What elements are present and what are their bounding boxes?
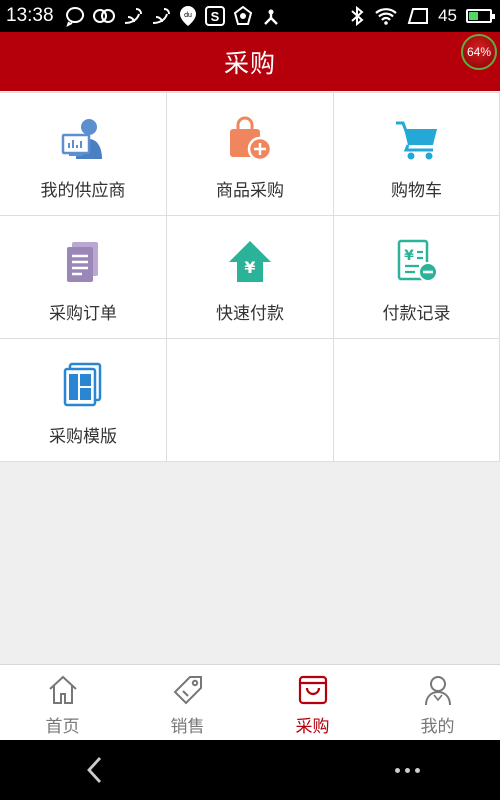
back-icon[interactable] [80,755,110,785]
grid-item-label: 采购订单 [49,304,117,324]
purchase-function-grid: 我的供应商 商品采购 购物车 采购订单 ¥ 快速付款 ¥ 付款记录 采购模版 [0,92,500,462]
grid-item-label: 付款记录 [382,304,451,324]
title-bar: 采购 [0,32,500,91]
infinity-icon [92,9,115,23]
notification-icons: du S [64,4,282,28]
battery-icon [466,9,495,23]
battery-fill [469,12,478,20]
tab-mine[interactable]: 我的 [375,665,500,740]
chat-bubble-icon [65,7,84,27]
grid-item-label: 我的供应商 [40,181,126,201]
svg-text:¥: ¥ [404,248,414,264]
grid-item-label: 采购模版 [49,427,117,447]
grid-item-purchase-orders[interactable]: 采购订单 [0,216,167,339]
grid-item-payment-records[interactable]: ¥ 付款记录 [334,216,500,339]
signal-icon [407,8,429,24]
grid-item-cart[interactable]: 购物车 [334,93,500,216]
svg-text:¥: ¥ [244,258,255,277]
more-icon[interactable] [395,767,420,773]
bottom-tab-bar: 首页 销售 采购 我的 [0,664,500,740]
document-icon [59,238,107,286]
battery-percent: 45 [438,6,457,25]
grid-item-label: 商品采购 [216,181,284,201]
cart-icon [393,115,441,163]
grid-item-label: 快速付款 [216,304,284,324]
shopping-bag-add-icon [226,115,274,163]
floating-memory-badge[interactable]: 64% [461,34,497,70]
tab-home[interactable]: 首页 [0,665,125,740]
system-nav-bar [0,740,500,800]
svg-text:du: du [184,12,192,19]
yen-house-icon: ¥ [226,238,274,286]
grid-item-suppliers[interactable]: 我的供应商 [0,93,167,216]
tag-icon [171,673,205,707]
grid-empty-cell [334,339,500,462]
page-title: 采购 [223,48,276,78]
svg-text:S: S [210,9,219,24]
grid-item-label: 购物车 [391,181,442,201]
uc-browser-icon [124,8,142,24]
template-icon [59,361,107,409]
wifi-icon [375,8,397,25]
tab-label: 首页 [45,717,80,737]
status-bar: 13:38 du S 45 [0,0,500,32]
uc-browser-icon [152,8,170,24]
status-time: 13:38 [6,5,54,26]
grid-empty-cell [167,339,334,462]
share-app-icon [263,9,278,25]
s-app-icon: S [204,6,225,26]
tab-label: 销售 [170,717,205,737]
baidu-location-icon: du [179,6,196,26]
grid-item-product-purchase[interactable]: 商品采购 [167,93,334,216]
purchase-icon [296,673,330,707]
grid-item-purchase-templates[interactable]: 采购模版 [0,339,167,462]
user-icon [421,673,455,707]
payment-record-icon: ¥ [393,238,441,286]
tab-sales[interactable]: 销售 [125,665,250,740]
tab-label: 采购 [295,717,330,737]
grid-item-quick-payment[interactable]: ¥ 快速付款 [167,216,334,339]
bluetooth-icon [351,5,364,27]
tab-purchase[interactable]: 采购 [250,665,375,740]
supplier-icon [59,115,107,163]
shield-app-icon [233,5,252,25]
tab-label: 我的 [420,717,455,737]
home-icon [46,673,80,707]
